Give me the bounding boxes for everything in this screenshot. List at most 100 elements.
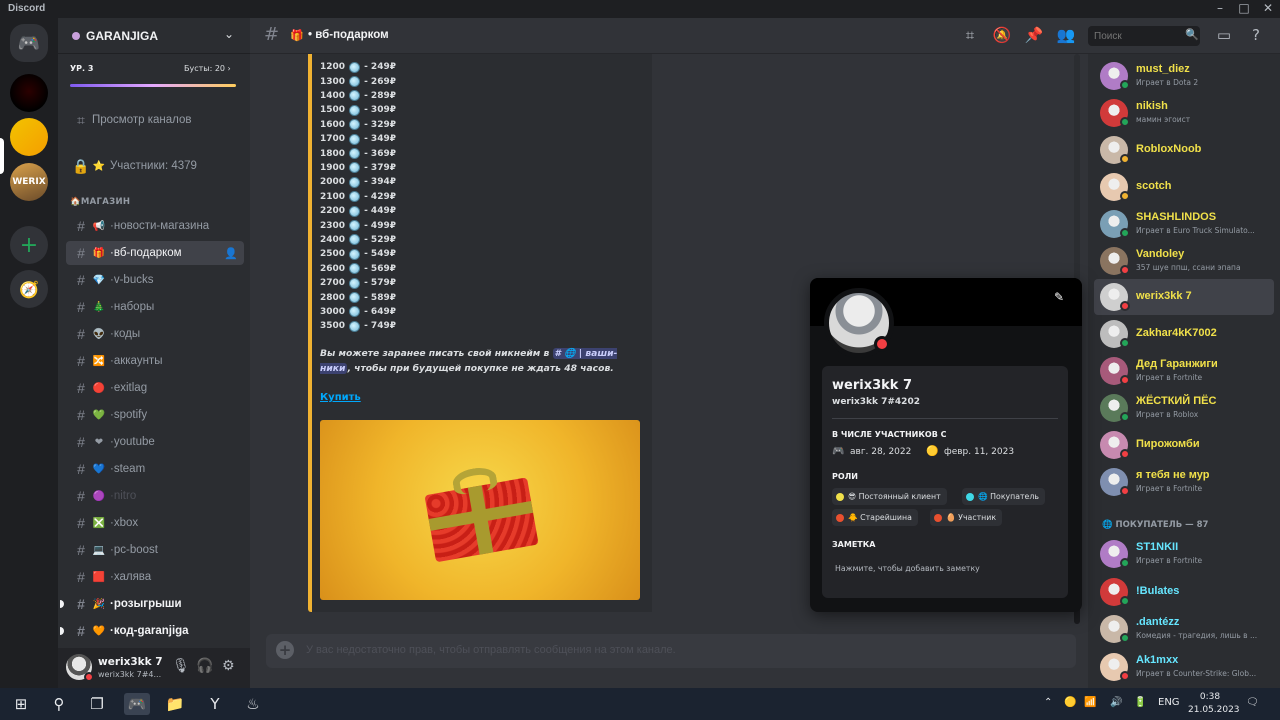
channel-item[interactable]: # 💙 · steam <box>66 457 244 481</box>
member-item[interactable]: SHASHLINDOS Играет в Euro Truck Simulato.… <box>1094 206 1274 242</box>
channel-label: коды <box>113 328 141 340</box>
channel-item[interactable]: # ❤ · youtube <box>66 430 244 454</box>
guild-header[interactable]: GARANJIGA ⌄ <box>58 18 250 54</box>
explore-servers-button[interactable]: 🧭 <box>10 270 48 308</box>
channel-item[interactable]: # 💚 · spotify <box>66 403 244 427</box>
member-item[interactable]: ST1NKII Играет в Fortnite <box>1094 536 1274 572</box>
member-item[interactable]: werix3kk 7 <box>1094 279 1274 316</box>
windows-start-icon[interactable]: ⊞ <box>8 693 34 715</box>
tray-network-icon[interactable]: 📶 <box>1084 697 1096 708</box>
members-count-item[interactable]: 🔒 ⭐ Участники: 4379 <box>66 154 244 178</box>
buy-link[interactable]: Купить <box>320 392 361 403</box>
clock[interactable]: 0:38 21.05.2023 <box>1188 691 1240 717</box>
channel-label: v-bucks <box>113 274 154 286</box>
minimize-button[interactable]: – <box>1208 1 1232 15</box>
member-item[interactable]: Ak1mxx Играет в Counter-Strike: Glob... <box>1094 649 1274 685</box>
member-item[interactable]: Zakhar4kK7002 <box>1094 316 1274 352</box>
member-item[interactable]: Дед Гаранжиги Играет в Fortnite <box>1094 353 1274 389</box>
notification-muted-icon[interactable]: 🔕 <box>992 26 1012 44</box>
role-badge[interactable]: 😎 Постоянный клиент <box>832 488 947 505</box>
tray-app-icon[interactable]: 🟡 <box>1064 697 1076 708</box>
member-item[interactable]: .dantézz Комедия - трагедия, лишь в ... <box>1094 611 1274 647</box>
hash-icon: # <box>77 353 85 369</box>
headphones-icon[interactable]: 🎧 <box>196 658 213 674</box>
channel-item[interactable]: # 🧡 · код-garanjiga <box>60 619 244 643</box>
pin-icon[interactable]: 📌 <box>1024 26 1044 44</box>
role-badge[interactable]: 🥚 Участник <box>930 509 1003 526</box>
member-item[interactable]: Пирожомби <box>1094 427 1274 463</box>
channel-item[interactable]: # 👽 · коды <box>66 322 244 346</box>
server-icon-werix[interactable]: WERIX <box>10 163 48 201</box>
close-button[interactable]: ✕ <box>1256 1 1280 15</box>
channel-item[interactable]: # 🔀 · аккаунты <box>66 349 244 373</box>
member-item[interactable]: must_diez Играет в Dota 2 <box>1094 58 1274 94</box>
browse-channels-item[interactable]: ⌗ Просмотр каналов <box>66 108 244 132</box>
channel-item[interactable]: # 🟥 · халява <box>66 565 244 589</box>
gift-icon: 🎁 <box>290 29 304 42</box>
tray-volume-icon[interactable]: 🔊 <box>1110 697 1122 708</box>
role-label: 🥚 Участник <box>946 513 997 522</box>
channel-item[interactable]: # ❎ · xbox <box>66 511 244 535</box>
member-item[interactable]: Vandoley 357 шуе ппш, ссани эпапа <box>1094 243 1274 279</box>
maximize-button[interactable]: □ <box>1232 1 1256 15</box>
channel-item[interactable]: # 📢 · новости-магазина <box>66 214 244 238</box>
boost-count[interactable]: Бусты: 20 › <box>184 64 231 73</box>
member-item[interactable]: nikish мамин эгоист <box>1094 95 1274 131</box>
tray-battery-icon[interactable]: 🔋 <box>1134 697 1146 708</box>
channel-label: вб-подарком <box>113 247 182 259</box>
channel-item[interactable]: # 🟣 · nitro <box>66 484 244 508</box>
note-input[interactable]: Нажмите, чтобы добавить заметку <box>835 564 980 573</box>
add-server-button[interactable]: + <box>10 226 48 264</box>
vbucks-coin-icon <box>349 104 361 116</box>
member-item[interactable]: !Bulates <box>1094 574 1274 610</box>
role-badge[interactable]: 🐥 Старейшина <box>832 509 918 526</box>
channel-item[interactable]: # 🎉 · розыгрыши <box>60 592 244 616</box>
home-button[interactable]: 🎮 <box>10 24 48 62</box>
steam-icon[interactable]: ♨ <box>240 693 266 715</box>
server-icon-garanjiga[interactable] <box>10 118 48 156</box>
user-profile-popout: ✎ werix3kk 7 werix3kk 7#4202 В ЧИСЛЕ УЧА… <box>810 278 1082 612</box>
threads-icon[interactable]: ⌗ <box>960 26 980 44</box>
member-activity: Играет в Fortnite <box>1136 483 1203 493</box>
edit-pencil-icon[interactable]: ✎ <box>1054 290 1064 304</box>
tray-chevron-up-icon[interactable]: ⌃ <box>1044 697 1052 708</box>
roles-heading: РОЛИ <box>832 472 859 481</box>
keyboard-language[interactable]: ENG <box>1158 697 1180 708</box>
member-name: must_diez <box>1136 63 1190 75</box>
task-view-icon[interactable]: ❐ <box>84 693 110 715</box>
chevron-down-icon[interactable]: ⌄ <box>224 27 234 41</box>
invite-user-icon[interactable]: 👤 <box>224 247 238 260</box>
channel-item[interactable]: # 💎 · v-bucks <box>66 268 244 292</box>
file-explorer-icon[interactable]: 📁 <box>162 693 188 715</box>
status-indicator <box>1120 80 1130 90</box>
status-indicator <box>1120 301 1130 312</box>
star-icon: ⭐ <box>92 160 106 172</box>
inbox-icon[interactable]: ▭ <box>1214 26 1234 44</box>
message-embed: 1200 - 249₽ 1300 - 269₽ 1400 - 289₽ 1500 - 309₽… <box>312 54 652 612</box>
channel-item[interactable]: # 🔴 · exitlag <box>66 376 244 400</box>
member-item[interactable]: scotch <box>1094 169 1274 205</box>
notifications-icon[interactable]: 🗨 <box>1246 697 1259 708</box>
member-list-icon[interactable]: 👥 <box>1056 26 1076 44</box>
channel-item[interactable]: # 🎁 · вб-подарком 👤 <box>66 241 244 265</box>
category-shop[interactable]: 🏠МАГАЗИН <box>70 197 130 207</box>
gift-image[interactable] <box>320 420 640 600</box>
search-icon[interactable]: ⚲ <box>46 693 72 715</box>
help-icon[interactable]: ? <box>1246 26 1266 44</box>
channel-item[interactable]: # 🎄 · наборы <box>66 295 244 319</box>
discord-taskbar-icon[interactable]: 🎮 <box>124 693 150 715</box>
price-row: 2400 - 529₽ <box>320 233 396 247</box>
role-badge[interactable]: 🌐 Покупатель <box>962 488 1045 505</box>
search-input[interactable] <box>1088 26 1200 46</box>
member-name: Vandoley <box>1136 247 1185 260</box>
hash-icon: # <box>264 24 280 45</box>
member-item[interactable]: ЖЁСТКИЙ ПЁС Играет в Roblox <box>1094 390 1274 426</box>
gear-icon[interactable]: ⚙ <box>222 658 235 674</box>
yandex-browser-icon[interactable]: Y <box>202 693 228 715</box>
member-item[interactable]: я тебя не мур Играет в Fortnite <box>1094 464 1274 500</box>
server-icon-dark[interactable] <box>10 74 48 112</box>
vbucks-amount: 2300 <box>320 220 346 231</box>
channel-item[interactable]: # 💻 · pc-boost <box>66 538 244 562</box>
member-item[interactable]: RobloxNoob <box>1094 132 1274 168</box>
microphone-icon[interactable]: 🎙 <box>172 658 190 674</box>
